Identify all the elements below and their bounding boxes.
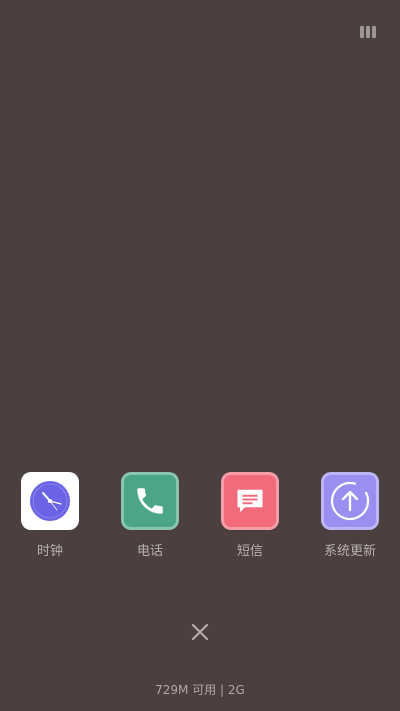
recent-app-system-update[interactable]: 系统更新 [300, 472, 400, 559]
recent-apps-row: 时钟 电话 短信 系统更新 [0, 472, 400, 562]
messages-app-tile[interactable] [221, 472, 279, 530]
recent-app-clock[interactable]: 时钟 [0, 472, 100, 559]
message-icon [237, 489, 263, 513]
recent-app-messages[interactable]: 短信 [200, 472, 300, 559]
layout-toggle-bar [360, 26, 364, 38]
system-update-icon [330, 481, 370, 521]
clock-icon [30, 481, 70, 521]
close-icon [192, 624, 208, 640]
clock-app-tile[interactable] [21, 472, 79, 530]
memory-status: 729M 可用 | 2G [155, 683, 245, 697]
app-label: 电话 [136, 544, 163, 559]
phone-icon [137, 488, 163, 514]
recents-layout-toggle[interactable] [360, 26, 376, 38]
app-label: 短信 [236, 544, 263, 559]
app-label: 时钟 [36, 544, 63, 559]
clear-all-button[interactable] [190, 622, 210, 642]
phone-app-tile[interactable] [121, 472, 179, 530]
layout-toggle-bar [366, 26, 370, 38]
app-label: 系统更新 [323, 544, 376, 559]
system-update-app-tile[interactable] [321, 472, 379, 530]
layout-toggle-bar [372, 26, 376, 38]
recent-app-phone[interactable]: 电话 [100, 472, 200, 559]
